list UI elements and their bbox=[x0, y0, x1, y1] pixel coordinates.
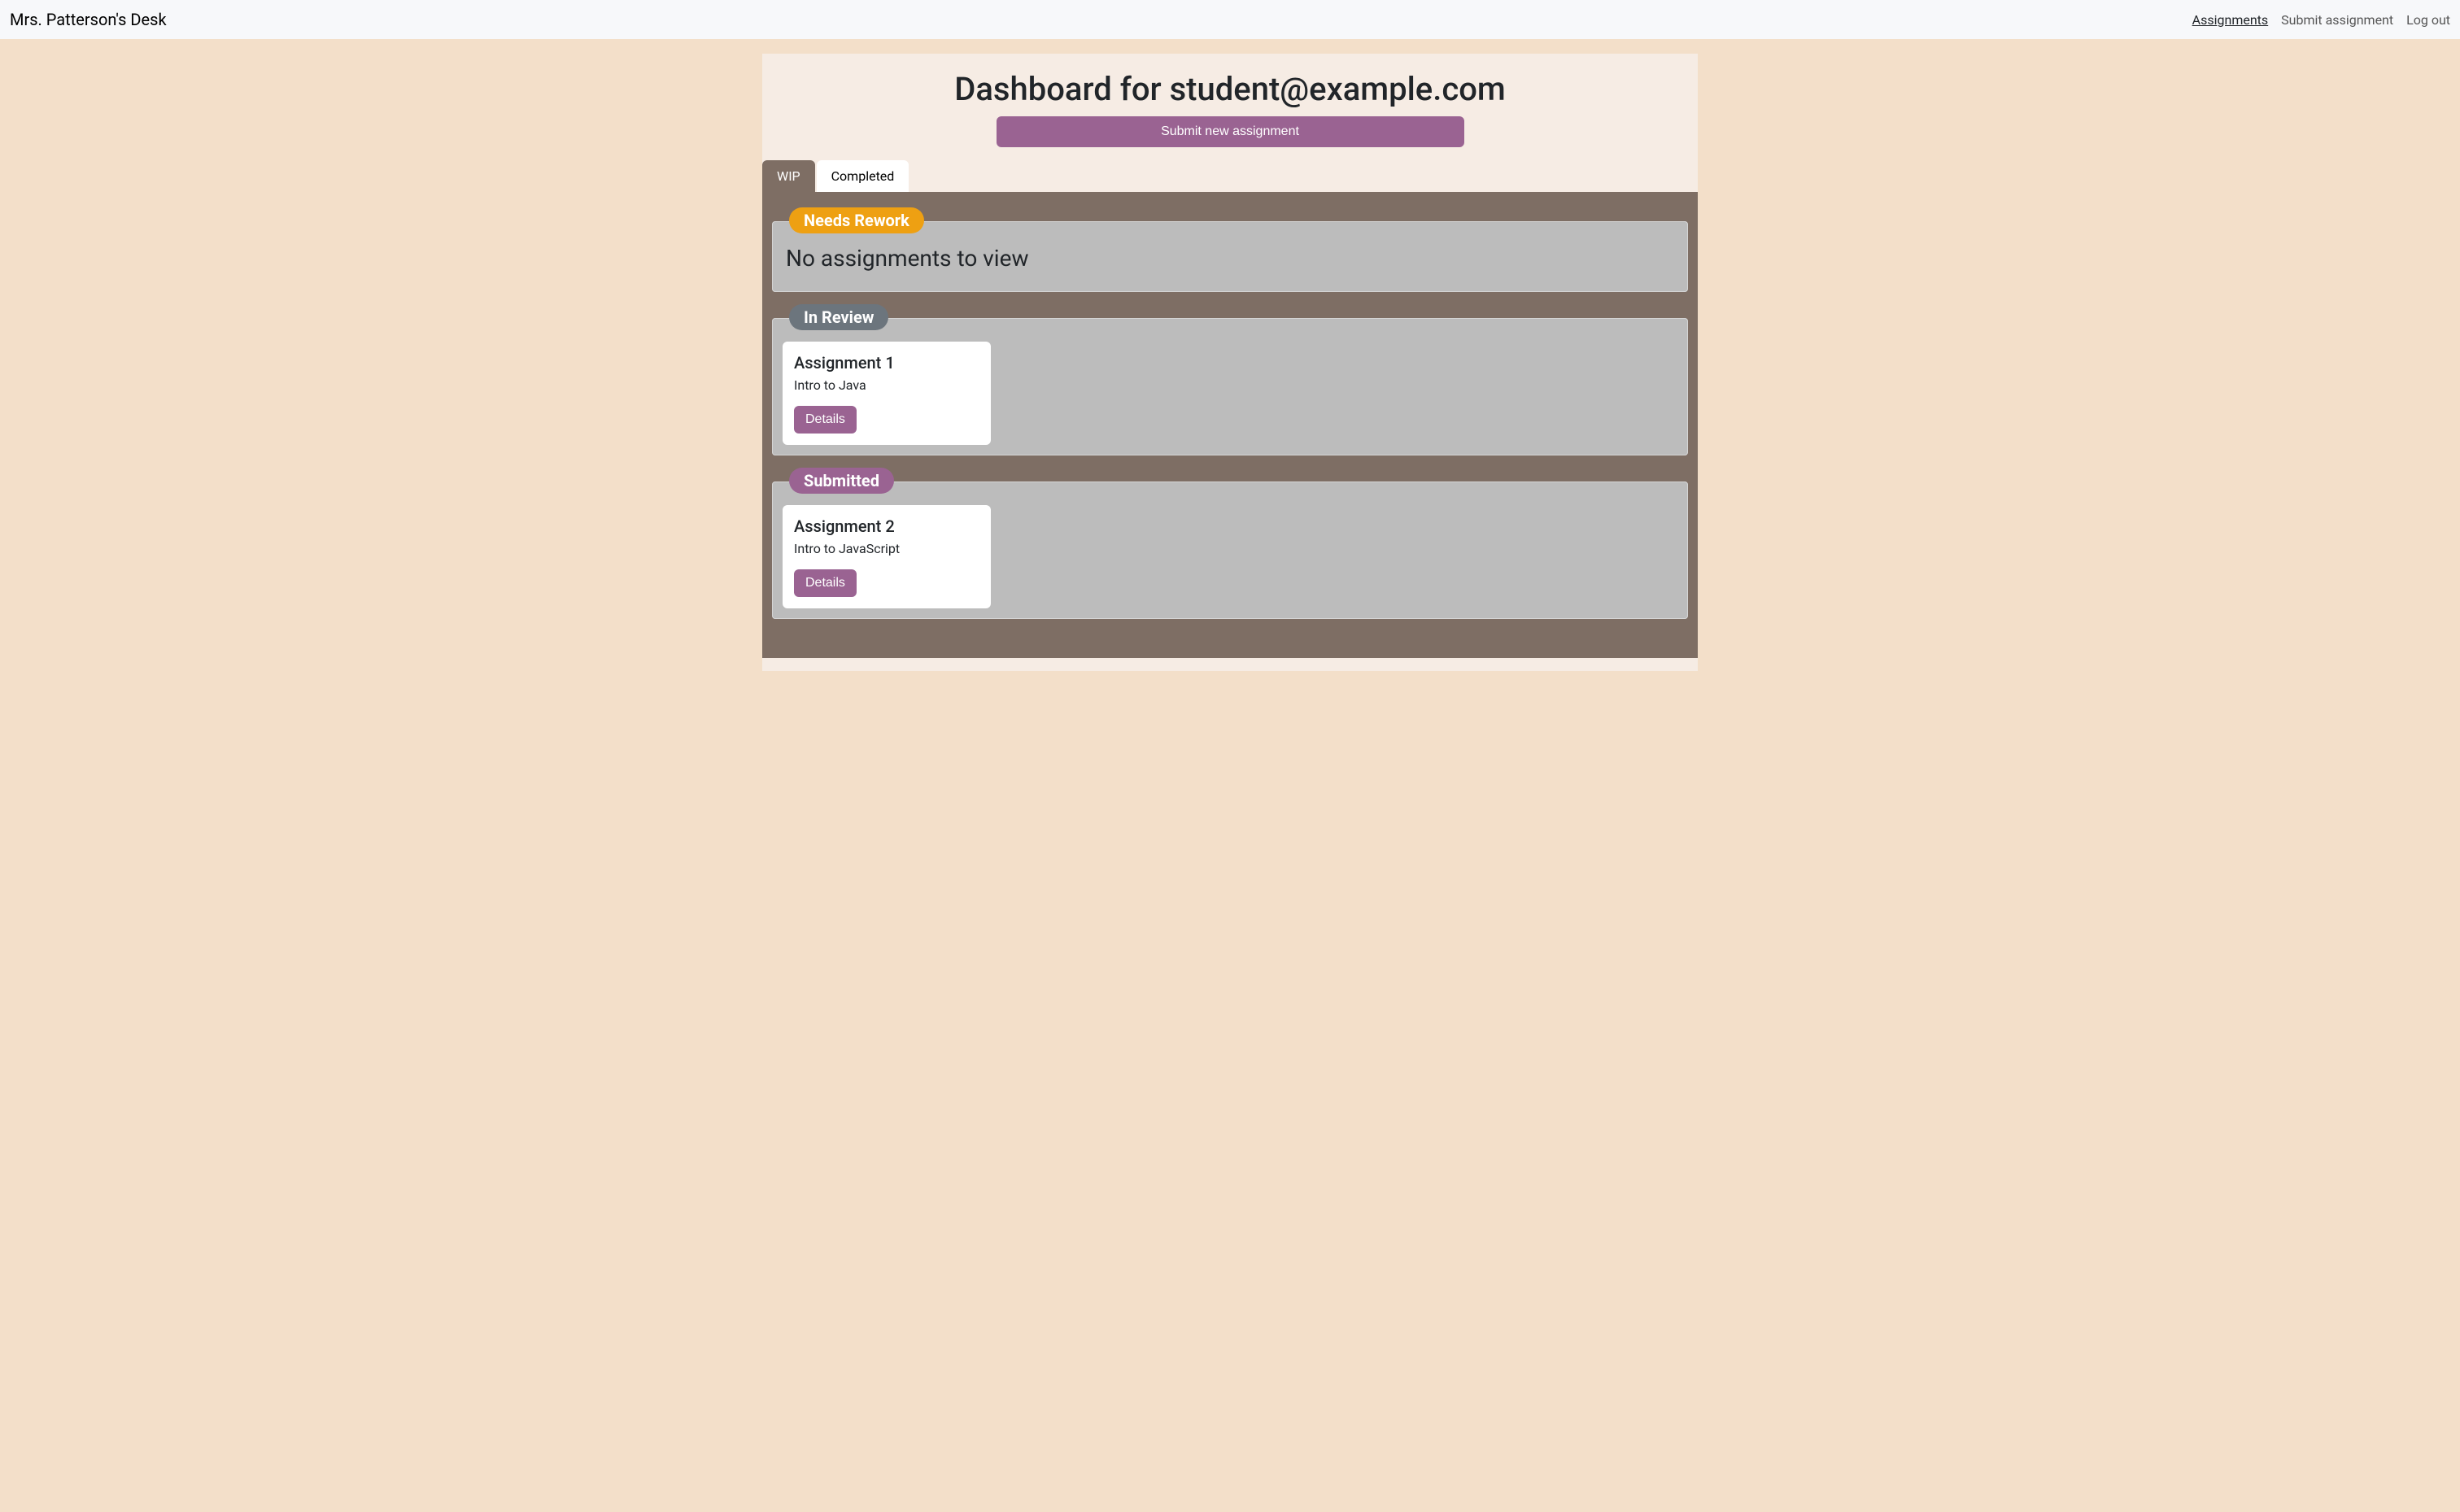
section-in-review: In Review Assignment 1 Intro to Java Det… bbox=[772, 318, 1688, 455]
main-container: Dashboard for student@example.com Submit… bbox=[762, 54, 1698, 671]
cards-in-review: Assignment 1 Intro to Java Details bbox=[783, 342, 1677, 445]
section-label-in-review: In Review bbox=[789, 304, 888, 330]
tab-content-wip: Needs Rework No assignments to view In R… bbox=[762, 192, 1698, 658]
assignment-card: Assignment 1 Intro to Java Details bbox=[783, 342, 991, 445]
card-subtitle: Intro to JavaScript bbox=[794, 541, 979, 556]
section-needs-rework: Needs Rework No assignments to view bbox=[772, 221, 1688, 292]
assignment-card: Assignment 2 Intro to JavaScript Details bbox=[783, 505, 991, 608]
nav-link-logout[interactable]: Log out bbox=[2406, 12, 2450, 28]
tab-completed[interactable]: Completed bbox=[817, 160, 909, 192]
nav-link-submit-assignment[interactable]: Submit assignment bbox=[2281, 12, 2393, 28]
section-label-needs-rework: Needs Rework bbox=[789, 207, 924, 233]
details-button[interactable]: Details bbox=[794, 406, 857, 434]
page-title: Dashboard for student@example.com bbox=[762, 54, 1698, 116]
card-subtitle: Intro to Java bbox=[794, 377, 979, 393]
submit-button-wrapper: Submit new assignment bbox=[762, 116, 1698, 160]
empty-message: No assignments to view bbox=[783, 245, 1677, 272]
nav-link-assignments[interactable]: Assignments bbox=[2192, 12, 2269, 28]
footer-padding bbox=[762, 658, 1698, 671]
cards-submitted: Assignment 2 Intro to JavaScript Details bbox=[783, 505, 1677, 608]
navbar: Mrs. Patterson's Desk Assignments Submit… bbox=[0, 0, 2460, 39]
section-submitted: Submitted Assignment 2 Intro to JavaScri… bbox=[772, 481, 1688, 619]
card-title: Assignment 1 bbox=[794, 353, 979, 373]
navbar-nav: Assignments Submit assignment Log out bbox=[2192, 12, 2450, 28]
tabs: WIP Completed bbox=[762, 160, 1698, 192]
tab-wip[interactable]: WIP bbox=[762, 160, 815, 192]
submit-new-assignment-button[interactable]: Submit new assignment bbox=[997, 116, 1464, 147]
section-label-submitted: Submitted bbox=[789, 468, 894, 494]
navbar-brand: Mrs. Patterson's Desk bbox=[10, 10, 167, 29]
details-button[interactable]: Details bbox=[794, 569, 857, 597]
card-title: Assignment 2 bbox=[794, 516, 979, 536]
